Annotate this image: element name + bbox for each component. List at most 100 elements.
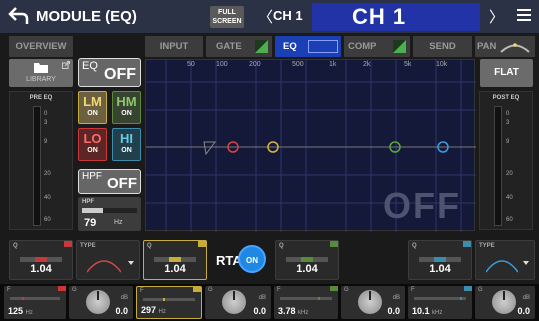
menu-icon[interactable] [517,9,531,21]
post-eq-label: POST EQ [492,95,520,101]
hpf-frequency-control[interactable]: HPF 79 Hz [78,197,141,231]
freq-tick-label: 500 [292,61,304,68]
freq-tick-label: 100 [216,61,228,68]
tab-eq[interactable]: EQ [275,36,341,57]
q-value: 1.04 [296,263,318,275]
hm-band-button[interactable]: HM ON [112,91,141,124]
hm-gain-encoder[interactable]: G dB 0.0 [341,286,405,319]
q-label: Q [279,243,284,249]
eq-button-label: EQ [82,60,98,72]
chevron-down-icon [128,261,134,265]
lm-freq-encoder[interactable]: F 297 Hz [136,286,202,319]
post-eq-meter [494,106,502,226]
gate-indicator-icon [255,40,268,53]
band-color-tag [58,286,66,291]
tab-comp[interactable]: COMP [344,36,410,57]
lo-band-button[interactable]: LO ON [78,128,107,161]
hi-type-select[interactable]: TYPE [475,240,535,280]
band-name: LO [83,131,102,146]
freq-tick-label: 2k [363,61,371,68]
pre-eq-label: PRE EQ [29,95,53,101]
hpf-button-label: HPF [82,171,102,182]
hi-band-button[interactable]: HI ON [112,128,141,161]
band-color-tag [193,287,201,292]
band-color-tag [464,286,472,291]
tab-send[interactable]: SEND [413,36,472,57]
gain-value: 0.0 [115,306,128,316]
freq-tick-label: 1k [329,61,337,68]
back-arrow-icon[interactable] [8,6,30,26]
knob-icon [222,290,246,314]
folder-icon [34,63,48,73]
tab-input[interactable]: INPUT [145,36,203,57]
eq-on-off-button[interactable]: EQ OFF [78,58,141,87]
lm-gain-encoder[interactable]: G dB 0.0 [205,286,271,319]
band-name: HI [120,131,133,146]
hm-q-control[interactable]: Q 1.04 [275,240,339,280]
hpf-marker-icon [203,141,216,156]
q-value: 1.04 [164,263,186,275]
gain-unit: dB [120,295,128,301]
hpf-freq-label: HPF [82,199,94,205]
lm-q-control[interactable]: Q 1.04 [143,240,207,280]
knob-icon [358,290,382,314]
freq-label: F [140,288,144,294]
lo-gain-encoder[interactable]: G dB 0.0 [69,286,133,319]
hm-freq-encoder[interactable]: F 3.78 kHz [274,286,338,319]
pre-eq-meter-panel: PRE EQ 0 3 9 20 40 60 [9,91,73,230]
band-state: ON [87,110,98,117]
bell-curve-icon [486,260,518,273]
freq-label: F [277,287,281,293]
library-label: LIBRARY [26,76,56,83]
q-label: Q [412,243,417,249]
band-name: LM [83,94,102,109]
tab-label: INPUT [159,41,189,52]
pan-arc-icon [500,43,530,53]
q-value: 1.04 [30,263,52,275]
freq-bar [10,297,60,300]
freq-bar [280,297,332,300]
freq-value: 297 Hz [141,305,166,315]
chevron-right-icon[interactable]: 〉 [489,6,504,27]
external-link-icon [62,61,70,69]
hi-gain-encoder[interactable]: G dB 0.0 [475,286,535,319]
lo-q-control[interactable]: Q 1.04 [9,240,73,280]
full-screen-button[interactable]: FULL SCREEN [210,6,244,28]
freq-value: 10.1 kHz [412,306,443,316]
gain-unit: dB [258,295,266,301]
tab-pan[interactable]: PAN [475,36,535,57]
lo-type-select[interactable]: TYPE [76,240,140,280]
chevron-down-icon [523,261,529,265]
knob-icon [492,290,516,314]
band-name: HM [116,94,137,109]
tab-label: GATE [216,41,242,52]
gain-unit: dB [392,295,400,301]
lo-freq-encoder[interactable]: F 125 Hz [4,286,66,319]
rta-toggle-button[interactable]: ON [238,245,266,273]
library-button[interactable]: LIBRARY [9,59,73,87]
flat-button[interactable]: FLAT [480,59,533,87]
tab-label: COMP [348,41,377,52]
post-eq-meter-panel: POST EQ 0 3 9 20 40 60 [479,91,533,230]
gain-value: 0.0 [387,306,400,316]
q-value: 1.04 [429,263,451,275]
hpf-on-off-button[interactable]: HPF OFF [78,169,141,194]
q-label: Q [147,243,152,249]
hi-q-control[interactable]: Q 1.04 [408,240,472,280]
freq-bar [414,297,466,300]
tab-gate[interactable]: GATE [206,36,272,57]
q-bar [419,257,461,262]
band-color-tag [198,241,206,247]
pre-eq-meter [33,106,41,226]
chevron-left-icon[interactable]: 〈 [258,6,273,27]
tab-overview[interactable]: OVERVIEW [9,36,73,57]
freq-tick-label: 200 [249,61,261,68]
comp-indicator-icon [393,40,406,53]
tab-label: OVERVIEW [15,41,67,52]
eq-state-overlay: OFF [383,185,461,226]
lm-band-button[interactable]: LM ON [78,91,107,124]
freq-tick-label: 5k [404,61,412,68]
freq-tick-label: 10k [436,61,448,68]
hi-freq-encoder[interactable]: F 10.1 kHz [408,286,472,319]
type-label: TYPE [80,243,96,249]
